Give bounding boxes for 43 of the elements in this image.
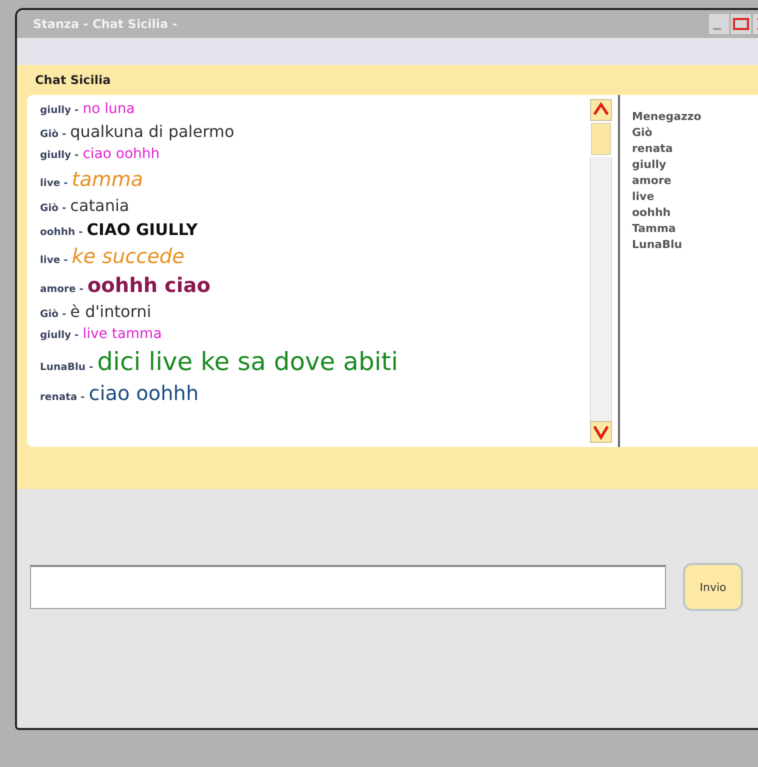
user-list-item[interactable]: oohhh xyxy=(632,205,758,221)
send-button[interactable]: Invio xyxy=(683,563,743,611)
message-author: LunaBlu - xyxy=(40,362,94,373)
message-author: renata - xyxy=(40,392,85,403)
user-list-item[interactable]: LunaBlu xyxy=(632,237,758,253)
message-author: live - xyxy=(40,255,68,266)
message-text: catania xyxy=(70,196,130,215)
message-text: ciao oohhh xyxy=(88,381,199,405)
message-author: amore - xyxy=(40,284,84,295)
scrollbar[interactable] xyxy=(590,99,612,443)
scroll-thumb[interactable] xyxy=(591,123,611,155)
message-author: Giò - xyxy=(40,129,66,140)
user-list-item[interactable]: Menegazzo xyxy=(632,109,758,125)
message-text: è d'intorni xyxy=(70,302,152,321)
message-text: qualkuna di palermo xyxy=(70,122,234,141)
user-list-item[interactable]: giully xyxy=(632,157,758,173)
scroll-down-icon[interactable] xyxy=(590,421,612,443)
message-text: tamma xyxy=(72,167,144,191)
message-author: giully - xyxy=(40,150,79,161)
user-list-item[interactable]: Giò xyxy=(632,125,758,141)
minimize-icon[interactable] xyxy=(709,14,729,34)
message-text: ke succede xyxy=(72,244,184,268)
scroll-up-icon[interactable] xyxy=(590,99,612,121)
message-author: giully - xyxy=(40,330,79,341)
user-list-item[interactable]: amore xyxy=(632,173,758,189)
maximize-icon[interactable] xyxy=(731,14,751,34)
room-title: Chat Sicilia xyxy=(34,73,112,89)
message-author: Giò - xyxy=(40,203,66,214)
message-text: CIAO GIULLY xyxy=(86,220,198,239)
message-text: live tamma xyxy=(82,326,162,342)
message-author: giully - xyxy=(40,105,79,116)
message-author: oohhh - xyxy=(40,227,83,238)
message-text: dici live ke sa dove abiti xyxy=(97,347,398,376)
message-text: ciao oohhh xyxy=(82,146,160,162)
user-list-item[interactable]: renata xyxy=(632,141,758,157)
user-list-item[interactable]: Tamma xyxy=(632,221,758,237)
message-text: no luna xyxy=(82,101,135,117)
message-text: oohhh ciao xyxy=(87,273,210,297)
user-list-item[interactable]: live xyxy=(632,189,758,205)
message-author: live - xyxy=(40,178,68,189)
message-input[interactable] xyxy=(30,565,666,609)
window-title: Stanza - Chat Sicilia - xyxy=(33,17,178,31)
message-author: Giò - xyxy=(40,309,66,320)
